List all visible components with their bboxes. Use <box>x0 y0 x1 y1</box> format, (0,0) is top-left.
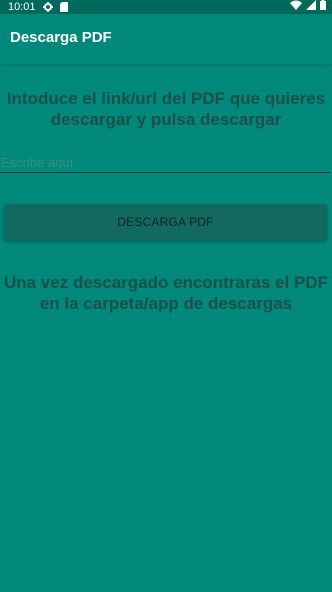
instructions-line-1: Intoduce el link/url del PDF que quieres <box>6 89 326 108</box>
status-bar: 10:01 <box>0 0 332 14</box>
instructions-text: Intoduce el link/url del PDF que quieres… <box>0 88 332 130</box>
status-left: 10:01 <box>8 0 68 14</box>
wifi-icon <box>290 0 302 10</box>
status-time: 10:01 <box>8 1 36 13</box>
app-title: Descarga PDF <box>10 29 112 46</box>
battery-icon <box>320 0 326 10</box>
result-line-2: en la carpeta/app de descargas <box>39 294 293 313</box>
status-right <box>290 0 326 10</box>
url-input[interactable] <box>0 152 330 173</box>
gear-icon <box>42 2 53 12</box>
result-text: Una vez descargado encontraras el PDF en… <box>0 272 332 314</box>
download-pdf-button[interactable]: DESCARGA PDF <box>4 204 327 240</box>
sd-card-icon <box>59 2 68 12</box>
result-line-1: Una vez descargado encontraras el PDF <box>3 273 329 292</box>
app-bar: Descarga PDF <box>0 14 332 64</box>
instructions-line-2: descargar y pulsa descargar <box>50 110 282 129</box>
signal-icon <box>306 0 316 10</box>
